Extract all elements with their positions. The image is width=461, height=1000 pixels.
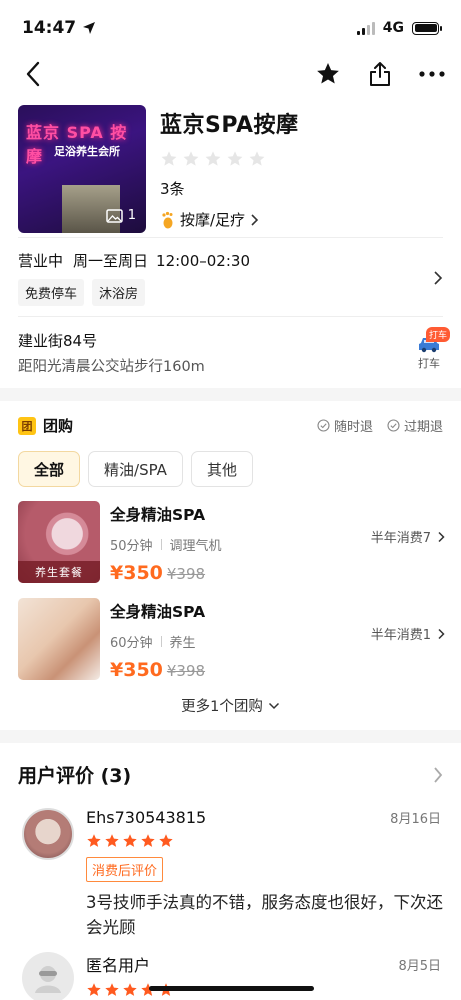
facility-tags: 免费停车 沐浴房 [18, 279, 250, 306]
shop-name: 蓝京SPA按摩 [160, 113, 299, 138]
more-button[interactable] [419, 61, 445, 87]
tab-other[interactable]: 其他 [190, 451, 253, 487]
deal-sales: 半年消费1 [371, 624, 445, 643]
address-row[interactable]: 建业街84号 距阳光清晨公交站步行160m 打车 打车 [0, 317, 461, 388]
reviewer-name: Ehs730543815 [86, 808, 207, 827]
taxi-label: 打车 [418, 357, 440, 370]
favorite-button[interactable] [315, 61, 341, 87]
group-buy-title: 团购 [43, 417, 74, 435]
chevron-right-icon [438, 531, 445, 542]
back-arrow-icon [26, 61, 40, 87]
distance-info: 距阳光清晨公交站步行160m [18, 359, 205, 375]
home-indicator [149, 986, 314, 991]
back-button[interactable] [20, 61, 46, 87]
star-icon [159, 834, 173, 847]
deal-item[interactable]: 全身精油SPA 60分钟 养生 ¥350 ¥398 半年消费1 [0, 584, 461, 681]
shop-photo-subsign: 足浴养生会所 [54, 145, 120, 158]
more-deals-button[interactable]: 更多1个团购 [0, 681, 461, 730]
review-date: 8月5日 [398, 958, 441, 974]
location-arrow-icon [83, 22, 96, 34]
group-buy-header: 团 团购 随时退 过期退 [0, 401, 461, 436]
avatar[interactable] [22, 952, 74, 1000]
taxi-button[interactable]: 打车 打车 [417, 327, 450, 371]
review-item[interactable]: Ehs730543815 8月16日 消费后评价 3号技师手法真的不错，服务态度… [0, 788, 461, 940]
deal-image: 养生套餐 [18, 501, 100, 583]
review-item[interactable]: 匿名用户 8月5日 [0, 940, 461, 1000]
review-count[interactable]: 3条 [160, 178, 298, 199]
refund-guarantees: 随时退 过期退 [317, 416, 443, 435]
category-label: 按摩/足疗 [180, 211, 246, 229]
facility-tag: 免费停车 [18, 279, 85, 306]
reviewer-name: 匿名用户 [86, 956, 151, 975]
deal-filter-tabs: 全部 精油/SPA 其他 [0, 436, 461, 487]
foot-icon [162, 211, 173, 228]
deal-price: ¥350 ¥398 [110, 562, 443, 584]
tab-oil-spa[interactable]: 精油/SPA [88, 451, 183, 487]
star-icon [141, 834, 155, 847]
tab-all[interactable]: 全部 [18, 451, 81, 487]
current-price: ¥350 [110, 562, 163, 584]
anonymous-user-icon [35, 966, 61, 993]
chevron-right-icon [434, 271, 443, 285]
deal-ribbon: 养生套餐 [18, 561, 100, 583]
shop-header: 蓝京 SPA 按摩 足浴养生会所 1 蓝京SPA按摩 3条 按摩/足疗 [0, 92, 461, 237]
original-price: ¥398 [166, 662, 206, 680]
group-buy-icon: 团 [18, 416, 36, 435]
battery-icon [412, 21, 442, 35]
star-icon [87, 983, 101, 996]
chevron-right-icon [438, 628, 445, 639]
star-icon [87, 834, 101, 847]
address: 建业街84号 [18, 332, 98, 350]
nav-bar [0, 56, 461, 92]
review-tag: 消费后评价 [86, 857, 164, 882]
star-icon [227, 151, 243, 166]
share-button[interactable] [367, 61, 393, 87]
chevron-down-icon [268, 702, 279, 709]
business-hours-row[interactable]: 营业中 周一至周日 12:00–02:30 免费停车 沐浴房 [0, 238, 461, 316]
reviews-header[interactable]: 用户评价 (3) [0, 743, 461, 788]
reviews-title: 用户评价 (3) [18, 765, 132, 787]
star-icon [105, 834, 119, 847]
shop-photo[interactable]: 蓝京 SPA 按摩 足浴养生会所 1 [18, 105, 146, 233]
business-hours: 营业中 周一至周日 12:00–02:30 [18, 252, 250, 270]
current-price: ¥350 [110, 659, 163, 681]
avatar[interactable] [22, 808, 74, 860]
deal-image [18, 598, 100, 680]
star-icon [249, 151, 265, 166]
star-icon [123, 983, 137, 996]
star-icon [205, 151, 221, 166]
check-circle-icon [317, 419, 330, 432]
network-type: 4G [382, 20, 404, 36]
status-bar: 14:47 4G [0, 0, 461, 56]
facility-tag: 沐浴房 [92, 279, 146, 306]
check-circle-icon [387, 419, 400, 432]
original-price: ¥398 [166, 565, 206, 583]
rating-stars [160, 150, 298, 168]
star-icon [161, 151, 177, 166]
clock: 14:47 [22, 18, 77, 38]
status-indicators: 4G [356, 20, 442, 36]
deal-sales: 半年消费7 [371, 527, 445, 546]
review-date: 8月16日 [390, 812, 441, 827]
more-dots-icon [419, 71, 445, 77]
star-icon [183, 151, 199, 166]
deal-price: ¥350 ¥398 [110, 659, 443, 681]
review-stars [86, 833, 443, 849]
photo-count: 1 [105, 208, 136, 223]
star-icon [317, 62, 339, 84]
star-icon [105, 983, 119, 996]
image-icon [105, 208, 123, 223]
signal-icon [356, 21, 375, 35]
category-link[interactable]: 按摩/足疗 [160, 209, 298, 230]
status-time: 14:47 [22, 18, 96, 38]
share-icon [370, 62, 390, 86]
chevron-right-icon [251, 213, 259, 226]
deal-title: 全身精油SPA [110, 506, 206, 524]
deal-item[interactable]: 养生套餐 全身精油SPA 50分钟 调理气机 ¥350 ¥398 半年消费7 [0, 487, 461, 584]
star-icon [123, 834, 137, 847]
deal-title: 全身精油SPA [110, 603, 206, 621]
taxi-badge: 打车 [425, 327, 450, 342]
chevron-right-icon [434, 766, 443, 783]
review-text: 3号技师手法真的不错，服务态度也很好，下次还会光顾 [86, 893, 443, 937]
